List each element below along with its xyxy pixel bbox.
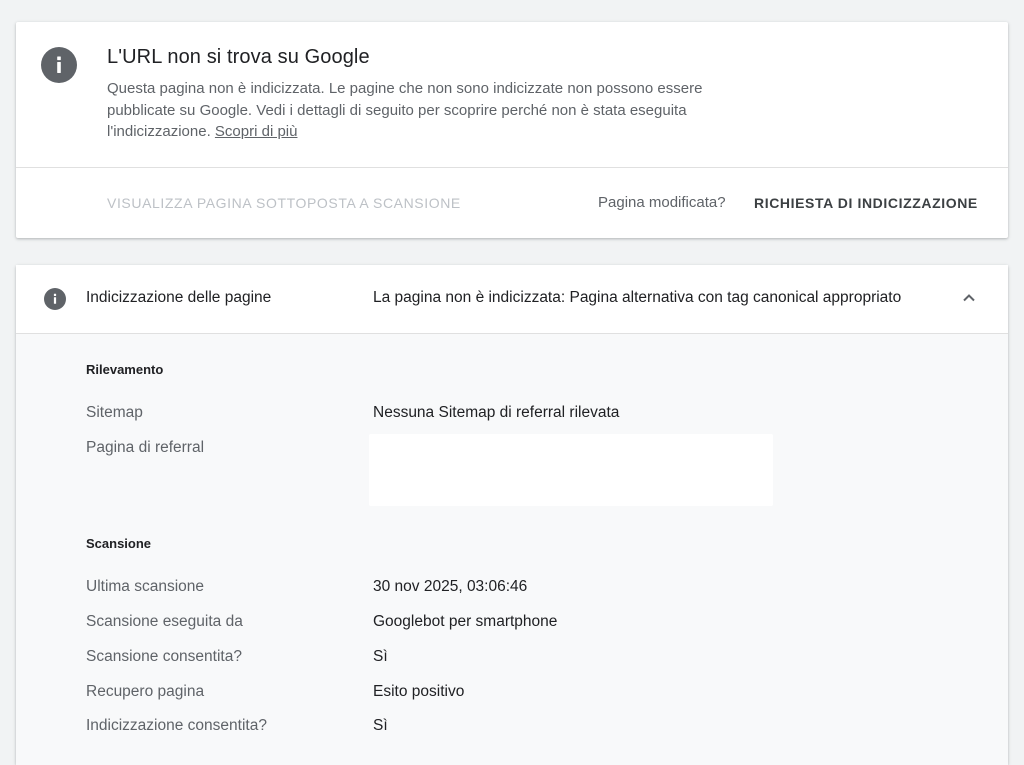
indexing-allowed-value: Sì (373, 717, 388, 734)
view-crawled-page-button[interactable]: VISUALIZZA PAGINA SOTTOPOSTA A SCANSIONE (107, 195, 461, 211)
info-icon (41, 47, 77, 83)
indexing-allowed-label: Indicizzazione consentita? (86, 717, 267, 734)
page-indexing-label: Indicizzazione delle pagine (86, 289, 272, 306)
page-indexing-card: Indicizzazione delle pagine La pagina no… (16, 265, 1008, 765)
crawl-allowed-value: Sì (373, 648, 388, 665)
crawl-section-title: Scansione (86, 536, 152, 551)
url-status-card: L'URL non si trova su Google Questa pagi… (16, 22, 1008, 238)
request-indexing-button[interactable]: RICHIESTA DI INDICIZZAZIONE (754, 195, 978, 211)
page-fetch-label: Recupero pagina (86, 683, 205, 700)
referring-page-value (369, 434, 773, 506)
discovery-section-title: Rilevamento (86, 362, 164, 377)
info-icon (44, 288, 66, 310)
crawled-as-value: Googlebot per smartphone (373, 613, 558, 630)
crawled-as-label: Scansione eseguita da (86, 613, 243, 630)
page-indexing-status: La pagina non è indicizzata: Pagina alte… (373, 289, 902, 306)
status-description-text: Questa pagina non è indicizzata. Le pagi… (107, 80, 703, 140)
divider (16, 167, 1008, 168)
chevron-up-icon[interactable] (958, 287, 980, 309)
learn-more-link[interactable]: Scopri di più (215, 123, 298, 140)
sitemap-value: Nessuna Sitemap di referral rilevata (373, 404, 620, 421)
status-title: L'URL non si trova su Google (107, 46, 370, 68)
referring-page-label: Pagina di referral (86, 439, 205, 456)
page-changed-label: Pagina modificata? (598, 194, 726, 211)
status-description: Questa pagina non è indicizzata. Le pagi… (107, 78, 747, 143)
crawl-allowed-label: Scansione consentita? (86, 648, 242, 665)
last-crawl-value: 30 nov 2025, 03:06:46 (373, 578, 528, 595)
page-indexing-details: Rilevamento Sitemap Nessuna Sitemap di r… (16, 334, 1008, 765)
last-crawl-label: Ultima scansione (86, 578, 205, 595)
page-fetch-value: Esito positivo (373, 683, 465, 700)
page-indexing-header[interactable]: Indicizzazione delle pagine La pagina no… (16, 265, 1008, 334)
sitemap-label: Sitemap (86, 404, 143, 421)
